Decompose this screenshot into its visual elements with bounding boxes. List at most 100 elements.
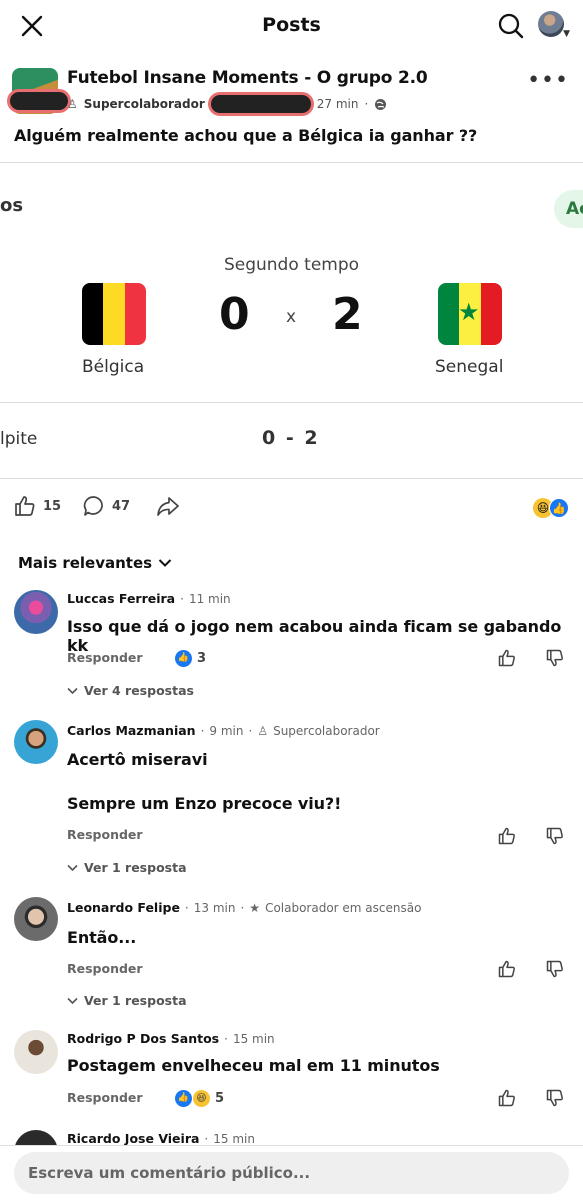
globe-icon xyxy=(375,98,387,110)
chevron-down-icon xyxy=(67,997,78,1004)
separator-dot: · xyxy=(224,1031,228,1046)
divider xyxy=(0,478,583,479)
reply-button[interactable]: Responder xyxy=(67,650,143,665)
downvote-icon[interactable] xyxy=(545,648,565,668)
profile-menu-button[interactable]: ▼ xyxy=(538,11,570,41)
post-text: Alguém realmente achou que a Bélgica ia … xyxy=(14,126,478,145)
star-icon: ★ xyxy=(458,298,480,326)
upvote-icon[interactable] xyxy=(497,1088,517,1108)
comment-reactions[interactable]: 👍 3 xyxy=(175,650,206,667)
separator-dot: · xyxy=(184,900,189,915)
comment-author[interactable]: Leonardo Felipe xyxy=(67,900,180,915)
separator-dot: · xyxy=(200,723,205,738)
post-meta: ♙ Supercolaborador 27 min · xyxy=(67,95,387,113)
post-header: Futebol Insane Moments - O grupo 2.0 ♙ S… xyxy=(0,60,583,120)
flag-stripe xyxy=(124,283,146,345)
haha-reaction-icon: 😆 xyxy=(193,1090,210,1107)
comment-text: Então... xyxy=(67,928,137,947)
post-actions: 15 47 😆 👍 xyxy=(0,494,583,524)
comment-time: 9 min xyxy=(209,723,244,738)
view-replies-button[interactable]: Ver 4 respostas xyxy=(67,683,194,698)
reply-button[interactable]: Responder xyxy=(67,827,143,842)
guess-label: lpite xyxy=(0,429,38,449)
flag-stripe xyxy=(103,283,125,345)
member-icon: ♙ xyxy=(257,723,269,738)
share-button[interactable] xyxy=(155,494,181,518)
downvote-icon[interactable] xyxy=(545,1088,565,1108)
chevron-down-icon xyxy=(158,559,172,567)
separator-dot: · xyxy=(204,1131,209,1146)
home-team-name: Bélgica xyxy=(82,357,145,377)
upvote-icon[interactable] xyxy=(497,959,517,979)
downvote-icon[interactable] xyxy=(545,959,565,979)
comment-meta: Rodrigo P Dos Santos · 15 min xyxy=(67,1031,275,1046)
post-time[interactable]: 27 min xyxy=(317,97,359,111)
comment-icon xyxy=(83,496,103,516)
reaction-count: 5 xyxy=(215,1091,225,1106)
comment-author[interactable]: Ricardo Jose Vieira xyxy=(67,1131,199,1146)
belgium-flag-icon xyxy=(82,283,146,345)
reaction-summary[interactable]: 😆 👍 xyxy=(533,498,569,518)
senegal-flag-icon: ★ xyxy=(438,283,502,345)
separator-dot: · xyxy=(240,900,245,915)
chevron-down-icon xyxy=(67,687,78,694)
view-replies-label: Ver 1 resposta xyxy=(84,860,187,875)
search-icon xyxy=(498,13,524,39)
separator-dot: · xyxy=(248,723,253,738)
comment-meta: Carlos Mazmanian · 9 min · ♙ Supercolabo… xyxy=(67,723,380,738)
comment-text: Acertô miseravi xyxy=(67,750,208,769)
upvote-icon[interactable] xyxy=(497,826,517,846)
rising-star-icon: ★ xyxy=(249,900,261,915)
like-reaction-icon: 👍 xyxy=(175,1090,192,1107)
flag-stripe xyxy=(82,283,104,345)
reply-button[interactable]: Responder xyxy=(67,1090,143,1105)
view-replies-label: Ver 4 respostas xyxy=(84,683,194,698)
thumbs-up-icon xyxy=(15,496,35,516)
comment-button[interactable]: 47 xyxy=(82,494,130,518)
score-separator: x xyxy=(286,307,297,327)
home-score: 0 xyxy=(219,289,250,340)
flag-stripe xyxy=(438,283,460,345)
view-replies-label: Ver 1 resposta xyxy=(84,993,187,1008)
author-badge: Supercolaborador xyxy=(83,97,205,111)
avatar[interactable] xyxy=(14,1030,58,1074)
avatar[interactable] xyxy=(14,897,58,941)
match-period: Segundo tempo xyxy=(223,255,360,275)
group-name[interactable]: Futebol Insane Moments - O grupo 2.0 xyxy=(67,68,428,88)
sort-dropdown[interactable]: Mais relevantes xyxy=(18,554,172,572)
like-button[interactable]: 15 xyxy=(13,494,61,518)
match-image[interactable]: os Segundo tempo 0 x 2 ★ Bélgica Senegal… xyxy=(0,165,583,480)
separator-dot: · xyxy=(364,97,369,111)
comment-composer xyxy=(0,1145,583,1200)
member-icon: ♙ xyxy=(67,97,78,111)
downvote-icon[interactable] xyxy=(545,826,565,846)
like-reaction-icon: 👍 xyxy=(175,650,192,667)
flag-stripe xyxy=(480,283,502,345)
comment-time: 15 min xyxy=(213,1131,255,1146)
away-score: 2 xyxy=(332,289,363,340)
author-badge: Colaborador em ascensão xyxy=(265,900,422,915)
comment-time: 13 min xyxy=(193,900,236,915)
comment-author[interactable]: Carlos Mazmanian xyxy=(67,723,196,738)
like-reaction-icon: 👍 xyxy=(549,498,569,518)
reply-button[interactable]: Responder xyxy=(67,961,143,976)
more-options-button[interactable]: ••• xyxy=(527,68,569,93)
share-icon xyxy=(157,497,179,516)
view-replies-button[interactable]: Ver 1 resposta xyxy=(67,860,187,875)
avatar[interactable] xyxy=(14,720,58,764)
like-count: 15 xyxy=(43,498,62,514)
comment-input[interactable] xyxy=(14,1152,569,1194)
comment-author[interactable]: Rodrigo P Dos Santos xyxy=(67,1031,219,1046)
comment-author[interactable]: Luccas Ferreira xyxy=(67,591,175,606)
chevron-down-icon: ▼ xyxy=(563,29,570,39)
view-replies-button[interactable]: Ver 1 resposta xyxy=(67,993,187,1008)
chevron-down-icon xyxy=(67,864,78,871)
comment-reactions[interactable]: 👍 😆 5 xyxy=(175,1090,224,1107)
sort-label: Mais relevantes xyxy=(18,554,153,572)
upvote-icon[interactable] xyxy=(497,648,517,668)
comment-meta: Luccas Ferreira · 11 min xyxy=(67,591,231,606)
away-team-name: Senegal xyxy=(435,357,504,377)
avatar[interactable] xyxy=(14,590,58,634)
search-button[interactable] xyxy=(497,12,525,40)
guess-score: 0 - 2 xyxy=(262,427,320,449)
